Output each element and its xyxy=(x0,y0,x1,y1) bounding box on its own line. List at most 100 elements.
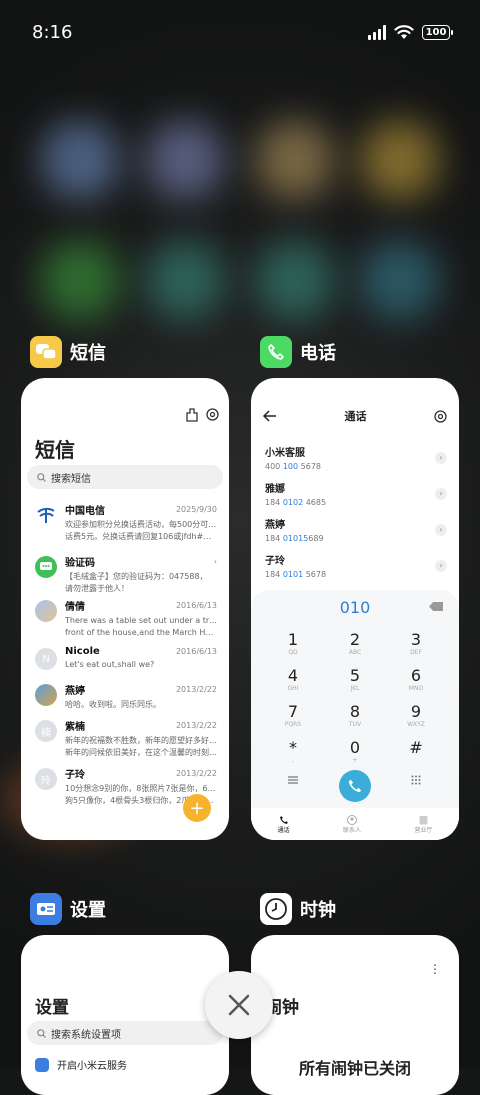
message-sender: 子玲 xyxy=(65,770,85,781)
contact-name: 小米客服 xyxy=(265,448,305,459)
dial-key-star[interactable]: *, xyxy=(273,738,313,764)
sms-search-placeholder: 搜索短信 xyxy=(51,473,91,485)
settings-search-placeholder: 搜索系统设置项 xyxy=(51,1029,121,1041)
message-preview: front of the house,and the March Hare an… xyxy=(65,628,217,637)
avatar xyxy=(35,684,57,706)
avatar: N xyxy=(35,648,57,670)
avatar: 楠 xyxy=(35,720,57,742)
more-options-icon[interactable]: ⋮ xyxy=(429,963,441,975)
phone-icon xyxy=(279,815,288,824)
dial-key-8[interactable]: 8 TUV xyxy=(335,702,375,728)
dial-key-3[interactable]: 3 DEF xyxy=(396,630,436,656)
message-sender: 倩倩 xyxy=(65,602,85,613)
message-preview: 新年的祝福数不胜数，新年的愿望好多好多， xyxy=(65,736,217,745)
list-item[interactable]: 中国电信 2025/9/30 欢迎参加积分兑换话费活动，每500分可兑换 话费5元… xyxy=(35,502,217,543)
search-icon xyxy=(37,1028,46,1038)
message-date: 2013/2/22 xyxy=(175,685,217,694)
dial-key-7[interactable]: 7 PQRS xyxy=(273,702,313,728)
back-arrow-icon[interactable] xyxy=(263,410,277,422)
alarm-status-text: 所有闹钟已关闭 xyxy=(298,1059,411,1078)
tab-contacts[interactable]: 联系人 xyxy=(343,814,361,834)
keypad-icon[interactable] xyxy=(411,775,421,785)
dial-key-2[interactable]: 2 ABC xyxy=(335,630,375,656)
call-button[interactable] xyxy=(339,770,371,802)
tab-service-hall[interactable]: 营业厅 xyxy=(414,815,432,834)
sms-app-icon xyxy=(30,336,62,368)
message-preview: Let's eat out,shall we? xyxy=(65,660,155,669)
wifi-icon xyxy=(394,25,414,39)
cloud-icon xyxy=(35,1057,49,1072)
list-item[interactable]: N Nicole 2016/6/13 Let's eat out,shall we… xyxy=(35,646,217,671)
sms-page-title: 短信 xyxy=(35,438,75,462)
phone-page-title: 通话 xyxy=(344,410,367,423)
dial-key-4[interactable]: 4 GHI xyxy=(273,666,313,692)
sms-app-header[interactable]: 短信 xyxy=(30,336,106,368)
sms-search-input[interactable]: 搜索短信 xyxy=(27,465,223,489)
avatar: 玲 xyxy=(35,768,57,790)
chevron-right-icon[interactable]: › xyxy=(435,523,447,536)
menu-icon[interactable] xyxy=(288,776,298,784)
message-date: 2013/2/22 xyxy=(175,769,217,778)
contact-name: 雅娜 xyxy=(265,484,285,495)
service-hall-icon xyxy=(419,815,428,824)
contact-row[interactable]: 燕婷 184 01015689 › xyxy=(265,516,447,543)
message-preview: There was a table set out under a tree i… xyxy=(65,616,217,625)
chevron-right-icon[interactable]: › xyxy=(435,451,447,464)
contact-number: 184 0101 5678 xyxy=(265,570,327,579)
message-date: 2013/2/22 xyxy=(175,721,217,730)
tab-calls[interactable]: 通话 xyxy=(278,815,290,834)
contact-row[interactable]: 小米客服 400 100 5678 › xyxy=(265,444,447,471)
dial-key-1[interactable]: 1 QD xyxy=(273,630,313,656)
contact-row[interactable]: 雅娜 184 0102 4685 › xyxy=(265,480,447,507)
list-item[interactable]: 倩倩 2016/6/13 There was a table set out un… xyxy=(35,598,217,639)
status-time: 8:16 xyxy=(32,22,73,43)
message-date: 2016/6/13 xyxy=(175,601,217,610)
clock-app-name: 时钟 xyxy=(300,900,336,921)
clean-icon[interactable] xyxy=(186,408,198,422)
dial-key-0[interactable]: 0 + xyxy=(335,738,375,764)
settings-search-input[interactable]: 搜索系统设置项 xyxy=(27,1021,223,1045)
clock-app-icon xyxy=(260,893,292,925)
chevron-right-icon: › xyxy=(213,557,217,566)
close-all-button[interactable] xyxy=(205,971,273,1039)
dial-pad: 010 1 QD 2 ABC 3 DEF 4 GHI 5 JKL 6 MNO 7 PQRS 8… xyxy=(251,590,459,840)
contact-number: 400 100 5678 xyxy=(265,462,321,471)
list-item[interactable]: 燕婷 2013/2/22 哈哈。收到啦。同乐同乐。 xyxy=(35,682,217,711)
sms-app-card[interactable]: 短信 搜索短信 中国电信 2025/9/30 欢迎参加积分兑换话费活动，每500分… xyxy=(21,378,229,840)
contact-name: 燕婷 xyxy=(265,520,285,531)
battery-level: 100 xyxy=(425,26,447,38)
settings-item-cloud[interactable]: 开启小米云服务 xyxy=(35,1057,127,1072)
phone-app-header[interactable]: 电话 xyxy=(260,336,336,368)
chevron-right-icon[interactable]: › xyxy=(435,559,447,572)
contact-row[interactable]: 子玲 184 0101 5678 › xyxy=(265,552,447,579)
clock-app-card[interactable]: ⋮ 闹钟 所有闹钟已关闭 xyxy=(251,935,459,1095)
contacts-icon xyxy=(346,814,357,825)
dial-key-5[interactable]: 5 JKL xyxy=(335,666,375,692)
settings-app-name: 设置 xyxy=(70,900,106,921)
message-sender: 中国电信 xyxy=(65,506,105,517)
dial-key-9[interactable]: 9 WXYZ xyxy=(396,702,436,728)
list-item[interactable]: 验证码 › 【毛绒盒子】您的验证码为：047588， 请勿泄露于他人！ xyxy=(35,554,217,595)
phone-app-card[interactable]: 通话 小米客服 400 100 5678 › 雅娜 184 0102 4685 … xyxy=(251,378,459,840)
gear-icon[interactable] xyxy=(434,409,447,423)
phone-icon xyxy=(348,779,362,793)
list-item[interactable]: 楠 紫楠 2013/2/22 新年的祝福数不胜数，新年的愿望好多好多， 新年的问候… xyxy=(35,718,217,759)
message-preview: 新年的问候依旧美好，在这个温馨的时刻，... xyxy=(65,748,217,757)
chevron-right-icon[interactable]: › xyxy=(435,487,447,500)
settings-app-card[interactable]: 设置 搜索系统设置项 开启小米云服务 xyxy=(21,935,229,1095)
settings-page-title: 设置 xyxy=(35,998,69,1018)
dial-key-6[interactable]: 6 MNO xyxy=(396,666,436,692)
gear-icon[interactable] xyxy=(206,408,219,421)
new-message-button[interactable]: + xyxy=(183,794,211,822)
phone-app-name: 电话 xyxy=(300,343,336,364)
china-telecom-avatar xyxy=(35,504,57,526)
signal-icon xyxy=(368,24,386,40)
avatar xyxy=(35,600,57,622)
search-icon xyxy=(37,472,46,482)
settings-app-header[interactable]: 设置 xyxy=(30,893,106,925)
settings-app-icon xyxy=(30,893,62,925)
clock-app-header[interactable]: 时钟 xyxy=(260,893,336,925)
message-sender: 紫楠 xyxy=(65,722,85,733)
message-preview: 请勿泄露于他人！ xyxy=(65,584,129,593)
dial-key-hash[interactable]: # xyxy=(396,738,436,757)
